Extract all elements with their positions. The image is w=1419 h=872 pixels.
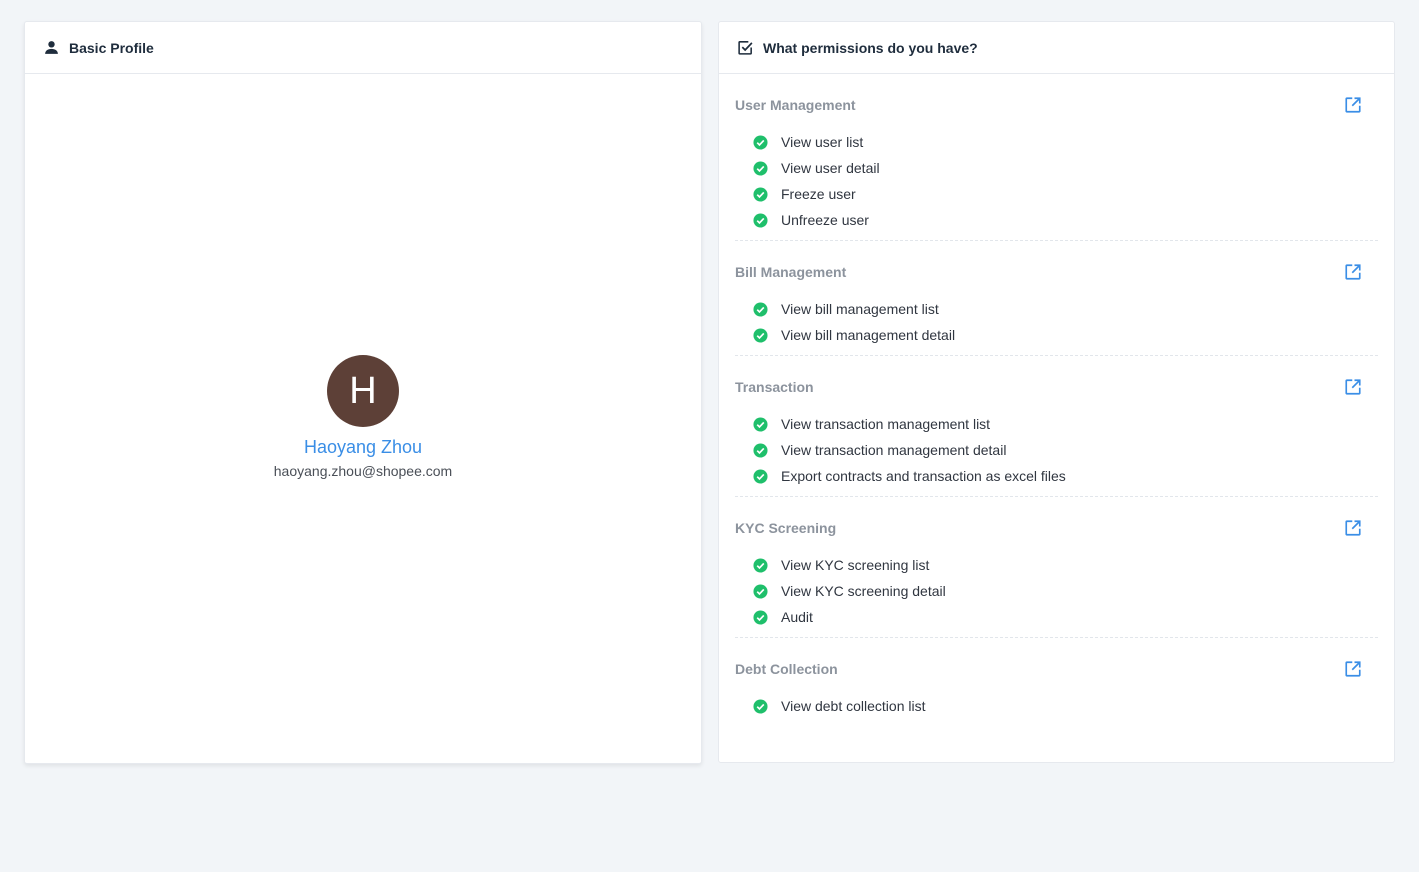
basic-profile-title: Basic Profile — [69, 39, 154, 56]
check-circle-icon — [753, 442, 768, 458]
permission-item-label: View transaction management detail — [781, 442, 1007, 458]
check-circle-icon — [753, 186, 768, 202]
check-circle-icon — [753, 160, 768, 176]
permission-item-label: Unfreeze user — [781, 212, 869, 228]
permission-item-label: View user detail — [781, 160, 880, 176]
check-circle-icon — [753, 583, 768, 599]
permission-items: View user list View user detail Freeze use… — [735, 129, 1378, 240]
external-link-icon[interactable] — [1344, 378, 1362, 396]
check-circle-icon — [753, 212, 768, 228]
profile-email: haoyang.zhou@shopee.com — [273, 463, 453, 479]
permission-item-label: View debt collection list — [781, 698, 926, 714]
basic-profile-card: Basic Profile H Haoyang Zhou haoyang.zho… — [24, 21, 702, 764]
permission-item-label: Export contracts and transaction as exce… — [781, 468, 1066, 484]
permission-item-label: Audit — [781, 609, 813, 625]
check-circle-icon — [753, 698, 768, 714]
basic-profile-header: Basic Profile — [25, 22, 701, 74]
permission-item: View KYC screening detail — [753, 578, 1378, 604]
permissions-title: What permissions do you have? — [763, 39, 978, 56]
permission-section-title: Transaction — [735, 379, 814, 395]
check-circle-icon — [753, 301, 768, 317]
permission-section-user-management: User Management View user list View user d… — [735, 74, 1378, 241]
permission-item-label: Freeze user — [781, 186, 856, 202]
permission-item: Freeze user — [753, 181, 1378, 207]
permission-items: View transaction management list View tra… — [735, 411, 1378, 496]
check-circle-icon — [753, 468, 768, 484]
permissions-card: What permissions do you have? User Manag… — [718, 21, 1395, 763]
check-circle-icon — [753, 416, 768, 432]
permission-item: View user detail — [753, 155, 1378, 181]
external-link-icon[interactable] — [1344, 263, 1362, 281]
permission-item-label: View bill management detail — [781, 327, 956, 343]
permission-section-title: KYC Screening — [735, 520, 837, 536]
permission-item-label: View transaction management list — [781, 416, 991, 432]
check-circle-icon — [753, 134, 768, 150]
permission-item: View bill management detail — [753, 322, 1378, 348]
check-circle-icon — [753, 327, 768, 343]
permission-item: Export contracts and transaction as exce… — [753, 463, 1378, 489]
permission-item-label: View KYC screening detail — [781, 583, 946, 599]
permission-section-title: User Management — [735, 97, 856, 113]
user-icon — [45, 41, 58, 54]
permission-item-label: View KYC screening list — [781, 557, 930, 573]
profile-body: H Haoyang Zhou haoyang.zhou@shopee.com — [25, 74, 701, 763]
permission-item: View KYC screening list — [753, 552, 1378, 578]
profile-name: Haoyang Zhou — [303, 437, 423, 457]
permissions-list: User Management View user list View user d… — [719, 74, 1394, 726]
permission-section-bill-management: Bill Management View bill management list… — [735, 241, 1378, 356]
check-circle-icon — [753, 609, 768, 625]
permission-items: View KYC screening list View KYC screenin… — [735, 552, 1378, 637]
external-link-icon[interactable] — [1344, 660, 1362, 678]
permission-section-title: Bill Management — [735, 264, 847, 280]
external-link-icon[interactable] — [1344, 519, 1362, 537]
permission-section-debt-collection: Debt Collection View debt collection list — [735, 638, 1378, 726]
permission-items: View debt collection list — [735, 693, 1378, 726]
permission-section-transaction: Transaction View transaction management l… — [735, 356, 1378, 497]
check-circle-icon — [753, 557, 768, 573]
permission-item: Unfreeze user — [753, 207, 1378, 233]
permission-item: View user list — [753, 129, 1378, 155]
permission-item: Audit — [753, 604, 1378, 630]
permission-section-kyc-screening: KYC Screening View KYC screening list View… — [735, 497, 1378, 638]
permission-item-label: View user list — [781, 134, 864, 150]
avatar: H — [327, 355, 399, 427]
checkbox-checked-icon — [738, 41, 753, 55]
permissions-header: What permissions do you have? — [719, 22, 1394, 74]
permission-item-label: View bill management list — [781, 301, 939, 317]
permission-item: View transaction management list — [753, 411, 1378, 437]
permission-section-title: Debt Collection — [735, 661, 838, 677]
permission-items: View bill management list View bill manag… — [735, 296, 1378, 355]
external-link-icon[interactable] — [1344, 96, 1362, 114]
permission-item: View transaction management detail — [753, 437, 1378, 463]
permission-item: View bill management list — [753, 296, 1378, 322]
permission-item: View debt collection list — [753, 693, 1378, 719]
